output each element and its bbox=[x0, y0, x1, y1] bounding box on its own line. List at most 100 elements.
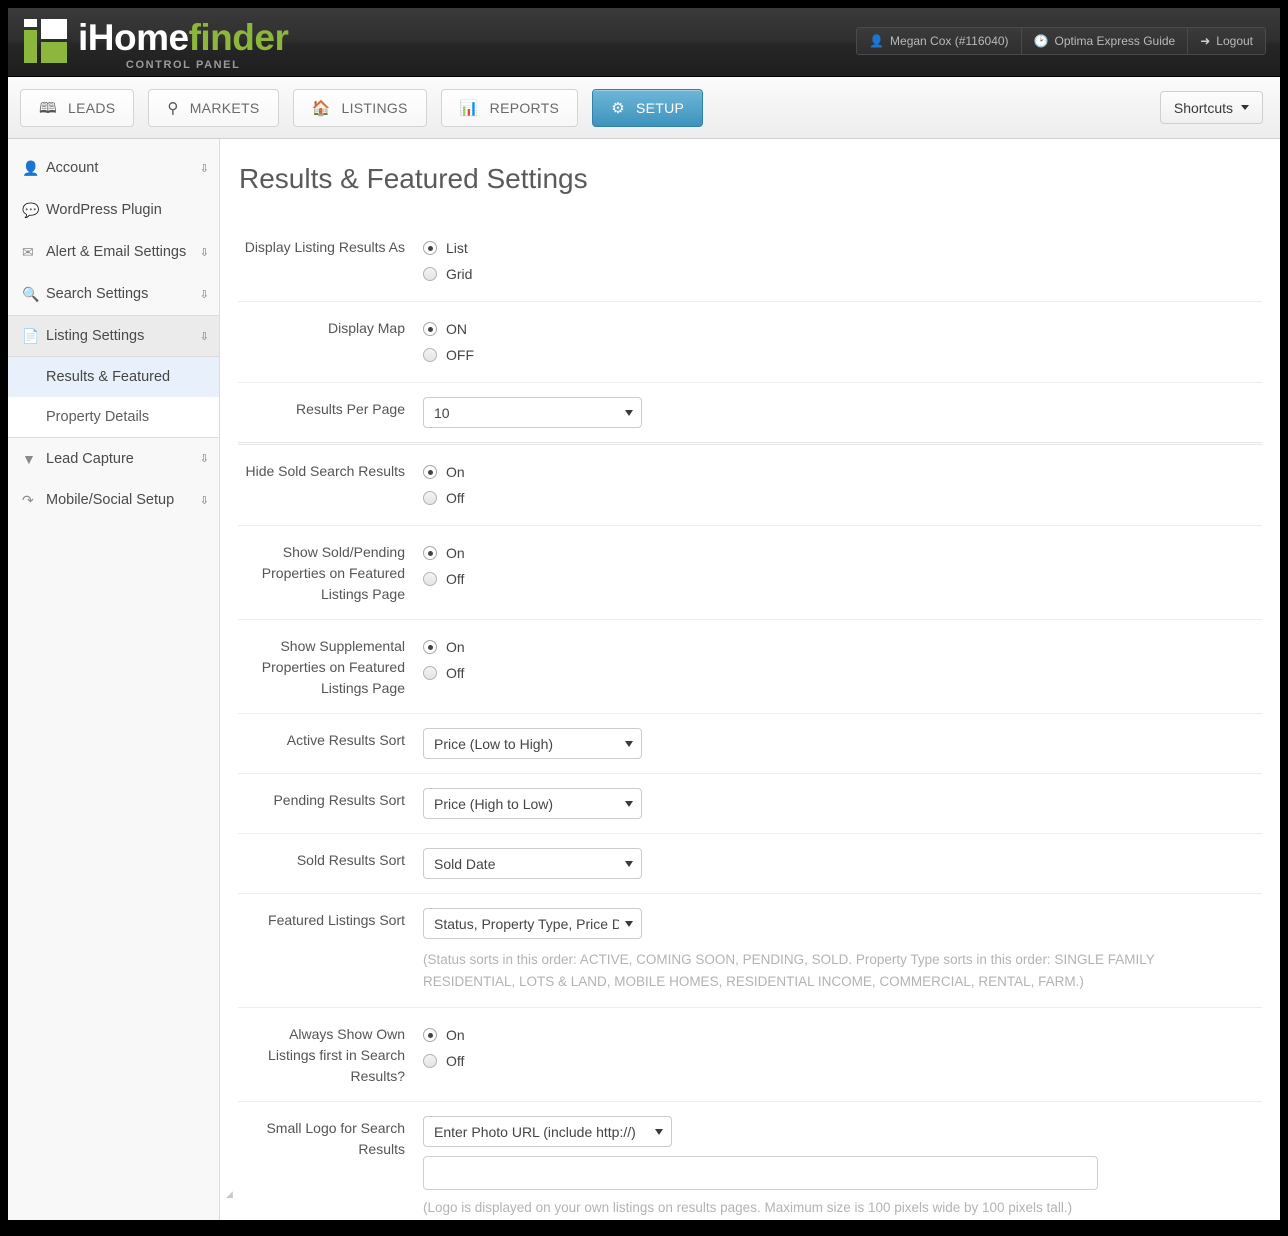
sidebar-label-wordpress-plugin: WordPress Plugin bbox=[46, 202, 162, 218]
control-hide-sold-search-results: On Off bbox=[423, 459, 1262, 511]
select-small-logo-source[interactable]: Enter Photo URL (include http://) bbox=[423, 1116, 672, 1147]
radio-map-off[interactable] bbox=[423, 348, 437, 362]
shortcuts-dropdown[interactable]: Shortcuts bbox=[1159, 91, 1263, 124]
funnel-icon: ▼ bbox=[22, 450, 36, 467]
label-sold-results-sort: Sold Results Sort bbox=[296, 852, 405, 868]
radio-label-hide-sold-on: On bbox=[446, 464, 465, 480]
control-show-supplemental: On Off bbox=[423, 634, 1262, 699]
radio-option-sold-pending-off[interactable]: Off bbox=[423, 566, 1262, 592]
logout-arrow-icon: ➜ bbox=[1200, 34, 1211, 48]
settings-form: Display Listing Results As List Grid Dis… bbox=[238, 221, 1262, 1220]
radio-option-own-listings-off[interactable]: Off bbox=[423, 1048, 1262, 1074]
sidebar-item-lead-capture[interactable]: ▼ Lead Capture ⇩ bbox=[8, 437, 219, 479]
sidebar-label-account: Account bbox=[46, 160, 99, 176]
row-show-supplemental: Show Supplemental Properties on Featured… bbox=[238, 620, 1262, 714]
nav-tab-leads[interactable]: 🕮 LEADS bbox=[20, 89, 135, 127]
radio-label-own-listings-off: Off bbox=[446, 1053, 465, 1069]
radio-list[interactable] bbox=[423, 241, 437, 255]
select-value-pending-results-sort: Price (High to Low) bbox=[434, 795, 554, 812]
label-results-per-page: Results Per Page bbox=[296, 401, 405, 417]
radio-label-map-off: OFF bbox=[446, 347, 474, 363]
person-icon: 👤 bbox=[22, 159, 40, 176]
control-sold-results-sort: Sold Date bbox=[423, 848, 1262, 879]
chevron-double-down-icon: ⇩ bbox=[199, 246, 209, 259]
logout-button[interactable]: ➜ Logout bbox=[1188, 28, 1265, 54]
select-featured-listings-sort[interactable]: Status, Property Type, Price D bbox=[423, 908, 642, 939]
account-button[interactable]: 👤 Megan Cox (#116040) bbox=[857, 28, 1022, 54]
select-pending-results-sort[interactable]: Price (High to Low) bbox=[423, 788, 642, 819]
radio-label-grid: Grid bbox=[446, 266, 473, 282]
guide-label: Optima Express Guide bbox=[1054, 34, 1176, 48]
sidebar-subitem-results-featured[interactable]: Results & Featured bbox=[8, 357, 219, 397]
row-hide-sold-search-results: Hide Sold Search Results On Off bbox=[238, 445, 1262, 526]
envelope-icon: ✉ bbox=[22, 243, 34, 260]
control-results-per-page: 10 bbox=[423, 397, 1262, 428]
sidebar-label-alert-email-settings: Alert & Email Settings bbox=[46, 244, 187, 260]
radio-own-listings-on[interactable] bbox=[423, 1028, 437, 1042]
guide-button[interactable]: 🕑 Optima Express Guide bbox=[1021, 28, 1189, 54]
sidebar-sublabel-results-featured: Results & Featured bbox=[46, 369, 171, 385]
select-results-per-page[interactable]: 10 bbox=[423, 397, 642, 428]
radio-grid[interactable] bbox=[423, 267, 437, 281]
label-active-results-sort: Active Results Sort bbox=[286, 732, 405, 748]
radio-sold-pending-on[interactable] bbox=[423, 546, 437, 560]
app-frame: iHomefinder CONTROL PANEL 👤 Megan Cox (#… bbox=[8, 8, 1280, 1220]
comment-icon: 💬 bbox=[22, 201, 40, 218]
radio-label-sold-pending-on: On bbox=[446, 545, 465, 561]
label-pending-results-sort: Pending Results Sort bbox=[273, 792, 405, 808]
radio-own-listings-off[interactable] bbox=[423, 1054, 437, 1068]
chevron-down-icon bbox=[625, 800, 633, 807]
radio-hide-sold-off[interactable] bbox=[423, 491, 437, 505]
radio-option-sold-pending-on[interactable]: On bbox=[423, 540, 1262, 566]
sidebar-item-alert-email-settings[interactable]: ✉ Alert & Email Settings ⇩ bbox=[8, 231, 219, 273]
logo-text-part2: finder bbox=[188, 17, 289, 58]
home-icon: 🏠 bbox=[311, 99, 331, 117]
radio-supplemental-off[interactable] bbox=[423, 666, 437, 680]
radio-option-map-off[interactable]: OFF bbox=[423, 342, 1262, 368]
control-show-sold-pending: On Off bbox=[423, 540, 1262, 605]
radio-option-hide-sold-on[interactable]: On bbox=[423, 459, 1262, 485]
sidebar-item-account[interactable]: 👤 Account ⇩ bbox=[8, 147, 219, 189]
label-featured-listings-sort: Featured Listings Sort bbox=[268, 912, 405, 928]
small-logo-url-input[interactable] bbox=[423, 1156, 1098, 1190]
chevron-down-icon bbox=[655, 1128, 663, 1135]
select-active-results-sort[interactable]: Price (Low to High) bbox=[423, 728, 642, 759]
radio-supplemental-on[interactable] bbox=[423, 640, 437, 654]
nav-tab-setup[interactable]: ⚙ SETUP bbox=[592, 89, 704, 127]
radio-option-grid[interactable]: Grid bbox=[423, 261, 1262, 287]
brand-logo[interactable]: iHomefinder CONTROL PANEL bbox=[22, 13, 289, 71]
label-display-listing-results-as: Display Listing Results As bbox=[244, 239, 405, 255]
control-small-logo: Enter Photo URL (include http://) (Logo … bbox=[423, 1116, 1262, 1219]
chevron-down-icon bbox=[625, 920, 633, 927]
nav-tab-markets[interactable]: ⚲ MARKETS bbox=[148, 89, 279, 127]
label-small-logo: Small Logo for Search Results bbox=[266, 1120, 405, 1157]
nav-label-markets: MARKETS bbox=[189, 100, 260, 116]
sidebar-sublabel-property-details: Property Details bbox=[46, 409, 150, 425]
nav-tab-reports[interactable]: 📊 REPORTS bbox=[440, 89, 579, 127]
radio-option-supplemental-off[interactable]: Off bbox=[423, 660, 1262, 686]
select-sold-results-sort[interactable]: Sold Date bbox=[423, 848, 642, 879]
row-display-map: Display Map ON OFF bbox=[238, 302, 1262, 383]
radio-hide-sold-on[interactable] bbox=[423, 465, 437, 479]
row-active-results-sort: Active Results Sort Price (Low to High) bbox=[238, 714, 1262, 774]
sidebar-item-mobile-social-setup[interactable]: ↷ Mobile/Social Setup ⇩ bbox=[8, 479, 219, 521]
nav-tab-listings[interactable]: 🏠 LISTINGS bbox=[292, 89, 427, 127]
radio-option-hide-sold-off[interactable]: Off bbox=[423, 485, 1262, 511]
sidebar-item-search-settings[interactable]: 🔍 Search Settings ⇩ bbox=[8, 273, 219, 315]
resize-marker-icon: ◢ bbox=[226, 1189, 233, 1199]
sidebar-item-listing-settings[interactable]: 📄 Listing Settings ⇩ bbox=[8, 315, 219, 357]
sidebar-label-mobile-social-setup: Mobile/Social Setup bbox=[46, 492, 175, 508]
select-value-featured-listings-sort: Status, Property Type, Price D bbox=[434, 915, 619, 932]
sidebar-subitem-property-details[interactable]: Property Details bbox=[8, 397, 219, 437]
radio-option-map-on[interactable]: ON bbox=[423, 316, 1262, 342]
radio-option-supplemental-on[interactable]: On bbox=[423, 634, 1262, 660]
radio-sold-pending-off[interactable] bbox=[423, 572, 437, 586]
radio-option-list[interactable]: List bbox=[423, 235, 1262, 261]
sidebar-item-wordpress-plugin[interactable]: 💬 WordPress Plugin bbox=[8, 189, 219, 231]
account-label: Megan Cox (#116040) bbox=[890, 34, 1009, 48]
share-icon: ↷ bbox=[22, 491, 34, 508]
radio-map-on[interactable] bbox=[423, 322, 437, 336]
radio-option-own-listings-on[interactable]: On bbox=[423, 1022, 1262, 1048]
row-featured-listings-sort: Featured Listings Sort Status, Property … bbox=[238, 894, 1262, 1008]
row-small-logo: Small Logo for Search Results Enter Phot… bbox=[238, 1102, 1262, 1220]
